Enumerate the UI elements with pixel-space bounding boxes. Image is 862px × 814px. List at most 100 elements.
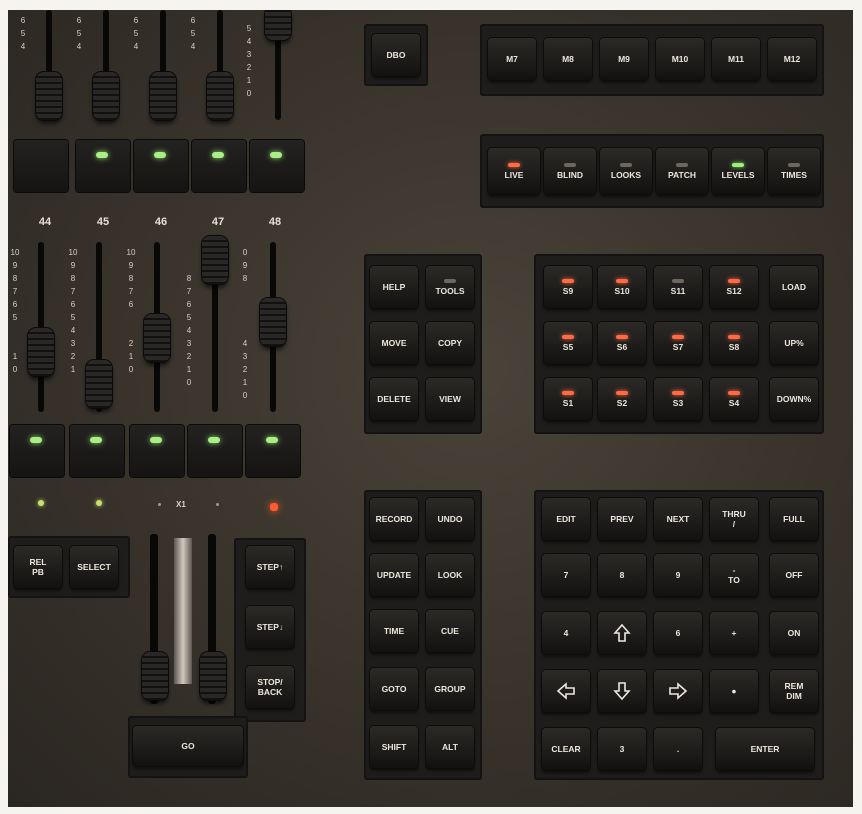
stop-back-button[interactable]: STOP/ BACK — [246, 666, 294, 708]
arrow-right-button[interactable] — [654, 670, 702, 712]
go-button[interactable]: GO — [133, 726, 243, 766]
macro-m12-button[interactable]: M12 — [768, 38, 816, 80]
softkey-s1-button[interactable]: S1 — [544, 378, 592, 420]
key-7[interactable]: 7 — [542, 554, 590, 596]
full-button[interactable]: FULL — [770, 498, 818, 540]
at-dot-button[interactable]: ● — [710, 670, 758, 712]
alt-button[interactable]: ALT — [426, 726, 474, 768]
key-led — [676, 162, 688, 167]
fader-knob[interactable] — [207, 72, 233, 120]
key-4[interactable]: 4 — [542, 612, 590, 654]
fader-knob[interactable] — [265, 10, 291, 40]
fader-bump-button[interactable] — [76, 140, 130, 192]
fader-bump-button[interactable] — [192, 140, 246, 192]
fader-bump-button[interactable] — [130, 425, 184, 477]
shift-button[interactable]: SHIFT — [370, 726, 418, 768]
fader-knob[interactable] — [260, 298, 286, 346]
master-fader-knob[interactable] — [142, 652, 168, 700]
group-button[interactable]: GROUP — [426, 668, 474, 710]
fader-bump-button[interactable] — [246, 425, 300, 477]
down-percent-button[interactable]: DOWN% — [770, 378, 818, 420]
looks-button[interactable]: LOOKS — [600, 148, 652, 194]
select-button[interactable]: SELECT — [70, 546, 118, 588]
softkey-s3-button[interactable]: S3 — [654, 378, 702, 420]
key-8[interactable]: 8 — [598, 554, 646, 596]
off-button[interactable]: OFF — [770, 554, 818, 596]
cue-button[interactable]: CUE — [426, 610, 474, 652]
up-percent-button[interactable]: UP% — [770, 322, 818, 364]
key-9[interactable]: 9 — [654, 554, 702, 596]
view-button[interactable]: VIEW — [426, 378, 474, 420]
fader-knob[interactable] — [144, 314, 170, 362]
fader-knob[interactable] — [36, 72, 62, 120]
fader-bump-button[interactable] — [70, 425, 124, 477]
record-button[interactable]: RECORD — [370, 498, 418, 540]
fader-knob[interactable] — [150, 72, 176, 120]
arrow-left-button[interactable] — [542, 670, 590, 712]
load-button[interactable]: LOAD — [770, 266, 818, 308]
softkey-s12-button[interactable]: S12 — [710, 266, 758, 308]
live-button[interactable]: LIVE — [488, 148, 540, 194]
macro-m11-button[interactable]: M11 — [712, 38, 760, 80]
fader-knob[interactable] — [28, 328, 54, 376]
goto-button[interactable]: GOTO — [370, 668, 418, 710]
edit-button[interactable]: EDIT — [542, 498, 590, 540]
key-label: S2 — [616, 397, 628, 408]
fader-knob[interactable] — [86, 360, 112, 408]
fader-bump-button[interactable] — [250, 140, 304, 192]
step-up-button[interactable]: STEP↑ — [246, 546, 294, 588]
softkey-s7-button[interactable]: S7 — [654, 322, 702, 364]
key-6[interactable]: 6 — [654, 612, 702, 654]
key-label: S6 — [616, 341, 628, 352]
next-button[interactable]: NEXT — [654, 498, 702, 540]
macro-m8-button[interactable]: M8 — [544, 38, 592, 80]
softkey-s5-button[interactable]: S5 — [544, 322, 592, 364]
look-button[interactable]: LOOK — [426, 554, 474, 596]
status-led — [216, 503, 219, 506]
levels-button[interactable]: LEVELS — [712, 148, 764, 194]
blind-button[interactable]: BLIND — [544, 148, 596, 194]
fader-bump-button[interactable] — [14, 140, 68, 192]
prev-button[interactable]: PREV — [598, 498, 646, 540]
move-button[interactable]: MOVE — [370, 322, 418, 364]
softkey-s11-button[interactable]: S11 — [654, 266, 702, 308]
softkey-s8-button[interactable]: S8 — [710, 322, 758, 364]
time-button[interactable]: TIME — [370, 610, 418, 652]
softkey-s2-button[interactable]: S2 — [598, 378, 646, 420]
fader-knob[interactable] — [202, 236, 228, 284]
copy-button[interactable]: COPY — [426, 322, 474, 364]
key-3[interactable]: 3 — [598, 728, 646, 770]
macro-m9-button[interactable]: M9 — [600, 38, 648, 80]
period-button[interactable]: . — [654, 728, 702, 770]
fader-bump-button[interactable] — [188, 425, 242, 477]
arrow-up-button[interactable] — [598, 612, 646, 654]
plus-button[interactable]: + — [710, 612, 758, 654]
enter-button[interactable]: ENTER — [716, 728, 814, 770]
rel-pb-button[interactable]: REL PB — [14, 546, 62, 588]
times-button[interactable]: TIMES — [768, 148, 820, 194]
arrow-down-button[interactable] — [598, 670, 646, 712]
fader-bump-button[interactable] — [134, 140, 188, 192]
fader-bump-button[interactable] — [10, 425, 64, 477]
softkey-s6-button[interactable]: S6 — [598, 322, 646, 364]
macro-m10-button[interactable]: M10 — [656, 38, 704, 80]
on-button[interactable]: ON — [770, 612, 818, 654]
softkey-s10-button[interactable]: S10 — [598, 266, 646, 308]
delete-button[interactable]: DELETE — [370, 378, 418, 420]
fader-knob[interactable] — [93, 72, 119, 120]
macro-m7-button[interactable]: M7 — [488, 38, 536, 80]
step-down-button[interactable]: STEP↓ — [246, 606, 294, 648]
update-button[interactable]: UPDATE — [370, 554, 418, 596]
softkey-s4-button[interactable]: S4 — [710, 378, 758, 420]
rem-dim-button[interactable]: REM DIM — [770, 670, 818, 712]
softkey-s9-button[interactable]: S9 — [544, 266, 592, 308]
clear-button[interactable]: CLEAR — [542, 728, 590, 770]
undo-button[interactable]: UNDO — [426, 498, 474, 540]
thru-button[interactable]: THRU / — [710, 498, 758, 540]
to-button[interactable]: - TO — [710, 554, 758, 596]
patch-button[interactable]: PATCH — [656, 148, 708, 194]
tools-button[interactable]: TOOLS — [426, 266, 474, 308]
master-fader-knob[interactable] — [200, 652, 226, 700]
dbo-button[interactable]: DBO — [372, 34, 420, 76]
help-button[interactable]: HELP — [370, 266, 418, 308]
